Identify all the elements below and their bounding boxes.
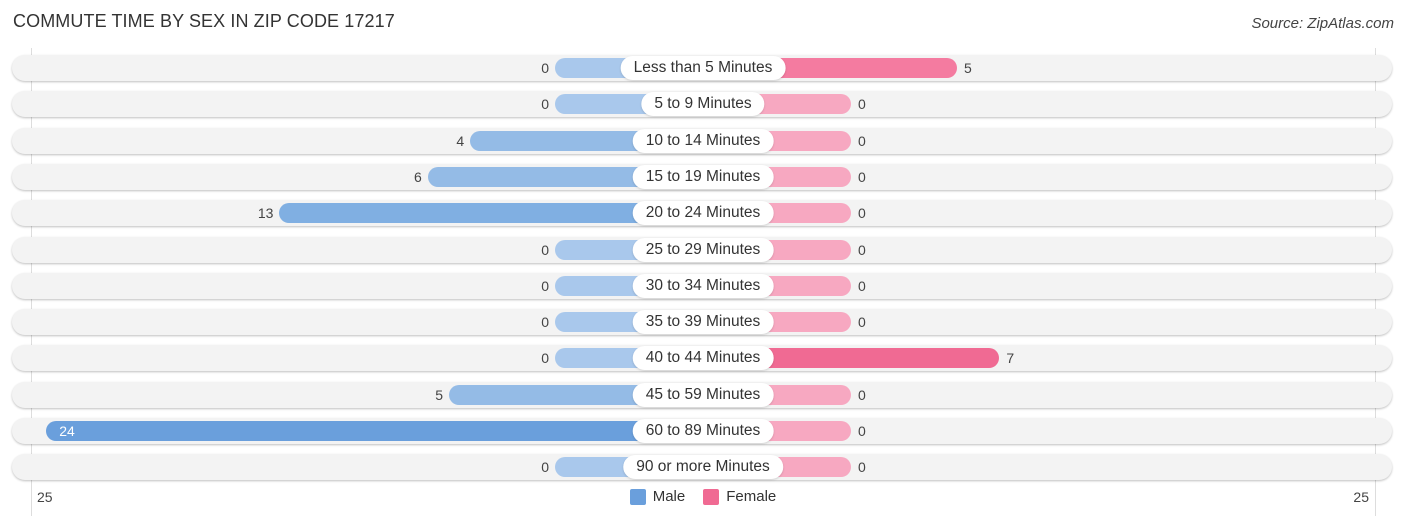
legend: Male Female (0, 488, 1406, 505)
category-label: 5 to 9 Minutes (641, 92, 765, 117)
legend-label-female: Female (726, 488, 777, 505)
male-value-label: 5 (435, 386, 443, 403)
category-label: 45 to 59 Minutes (632, 382, 774, 407)
category-label: 30 to 34 Minutes (632, 273, 774, 298)
category-label: 35 to 39 Minutes (632, 310, 774, 335)
male-swatch (629, 488, 646, 505)
legend-item-female[interactable]: Female (703, 488, 776, 505)
female-value-label: 0 (858, 314, 866, 331)
male-value-label: 6 (414, 168, 422, 185)
category-label: 25 to 29 Minutes (632, 237, 774, 262)
female-value-label: 0 (858, 386, 866, 403)
category-label: 10 to 14 Minutes (632, 128, 774, 153)
male-value-label: 0 (541, 241, 549, 258)
female-swatch (703, 488, 720, 505)
male-value-label: 0 (541, 96, 549, 113)
category-label: 60 to 89 Minutes (632, 419, 774, 443)
category-label: 40 to 44 Minutes (632, 346, 774, 371)
female-value-label: 0 (858, 423, 866, 439)
male-value-label: 0 (541, 314, 549, 331)
category-label: 20 to 24 Minutes (632, 201, 774, 226)
male-value-label: 0 (541, 277, 549, 294)
female-value-label: 0 (858, 132, 866, 149)
female-value-label: 5 (964, 60, 972, 76)
male-bar[interactable] (46, 421, 703, 441)
male-value-label: 0 (541, 459, 549, 476)
female-value-label: 7 (1006, 350, 1015, 367)
legend-label-male: Male (652, 488, 686, 505)
female-value-label: 0 (858, 277, 866, 294)
male-value-label: 4 (456, 132, 465, 149)
female-value-label: 0 (858, 168, 866, 185)
legend-item-male[interactable]: Male (629, 488, 686, 505)
male-value-label: 0 (541, 60, 549, 76)
female-value-label: 0 (858, 96, 866, 113)
male-value-label: 24 (59, 423, 75, 439)
male-value-label: 0 (541, 350, 549, 367)
category-label: 15 to 19 Minutes (632, 164, 774, 189)
female-value-label: 0 (858, 205, 866, 222)
female-value-label: 0 (858, 241, 866, 258)
chart-area: Less than 5 Minutes 0 5 5 to 9 Minutes 0 0 10 … (0, 0, 1406, 523)
category-label: 90 or more Minutes (623, 455, 783, 480)
female-value-label: 0 (858, 459, 866, 476)
male-value-label: 13 (257, 205, 274, 222)
category-label: Less than 5 Minutes (620, 56, 786, 80)
